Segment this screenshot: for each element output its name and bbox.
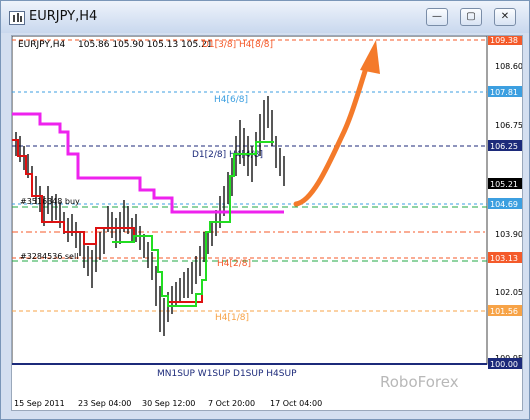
time-tick: 7 Oct 20:00 [208,399,255,408]
price-tag-label: 101.56 [490,307,518,316]
watermark: RoboForex [380,373,459,391]
chart-canvas[interactable]: EURJPY,H4 105.86 105.90 105.13 105.21 D1… [11,34,523,410]
chart-symbol: EURJPY,H4 [18,40,66,50]
label-h4-2-8: H4[2/8] [217,259,251,269]
price-tag-label: 105.21 [490,180,518,189]
price-tag-label: 109.38 [490,36,518,45]
price-tags: 109.38 107.81 106.25 105.21 104.69 103.13 101.… [488,34,522,369]
label-h4-6-8: H4[6/8] [214,95,248,105]
time-tick: 15 Sep 2011 [14,399,65,408]
price-tick: 103.90 [495,230,522,239]
label-sell-order: #3284536 sell [20,252,78,261]
price-tick: 102.05 [495,288,522,297]
chart-window: EURJPY,H4 — ▢ ✕ EURJPY,H4 105.86 105.90 … [0,0,530,420]
label-buy-order: #3516348 buy [20,197,80,206]
maximize-button[interactable]: ▢ [460,8,482,26]
close-button[interactable]: ✕ [494,8,516,26]
label-support: MN1SUP W1SUP D1SUP H4SUP [157,369,297,379]
minimize-button[interactable]: — [426,8,448,26]
price-tag-label: 103.13 [490,254,518,263]
chart-icon [9,11,25,25]
label-h4-1-8: H4[1/8] [215,313,249,323]
price-tag-label: 100.00 [490,360,518,369]
price-tick: 106.75 [495,121,522,130]
price-tag-label: 106.25 [490,142,518,151]
chart-ohlc: 105.86 105.90 105.13 105.21 [78,40,213,50]
price-tick: 108.60 [495,62,522,71]
plot-frame [11,35,488,365]
chart-levels: D1[3/8] H4[8/8] [202,40,273,50]
price-tag-label: 104.69 [490,200,518,209]
price-chart[interactable]: EURJPY,H4 105.86 105.90 105.13 105.21 D1… [11,34,523,411]
price-axis: 108.60 106.75 103.90 102.05 100.95 [495,62,523,363]
time-axis: 15 Sep 2011 23 Sep 04:00 30 Sep 12:00 7 … [14,399,322,408]
title-bar[interactable]: EURJPY,H4 — ▢ ✕ [1,1,529,33]
time-tick: 17 Oct 04:00 [270,399,322,408]
time-tick: 30 Sep 12:00 [142,399,195,408]
window-title: EURJPY,H4 [29,9,98,24]
price-tag-label: 107.81 [490,88,518,97]
time-tick: 23 Sep 04:00 [78,399,131,408]
